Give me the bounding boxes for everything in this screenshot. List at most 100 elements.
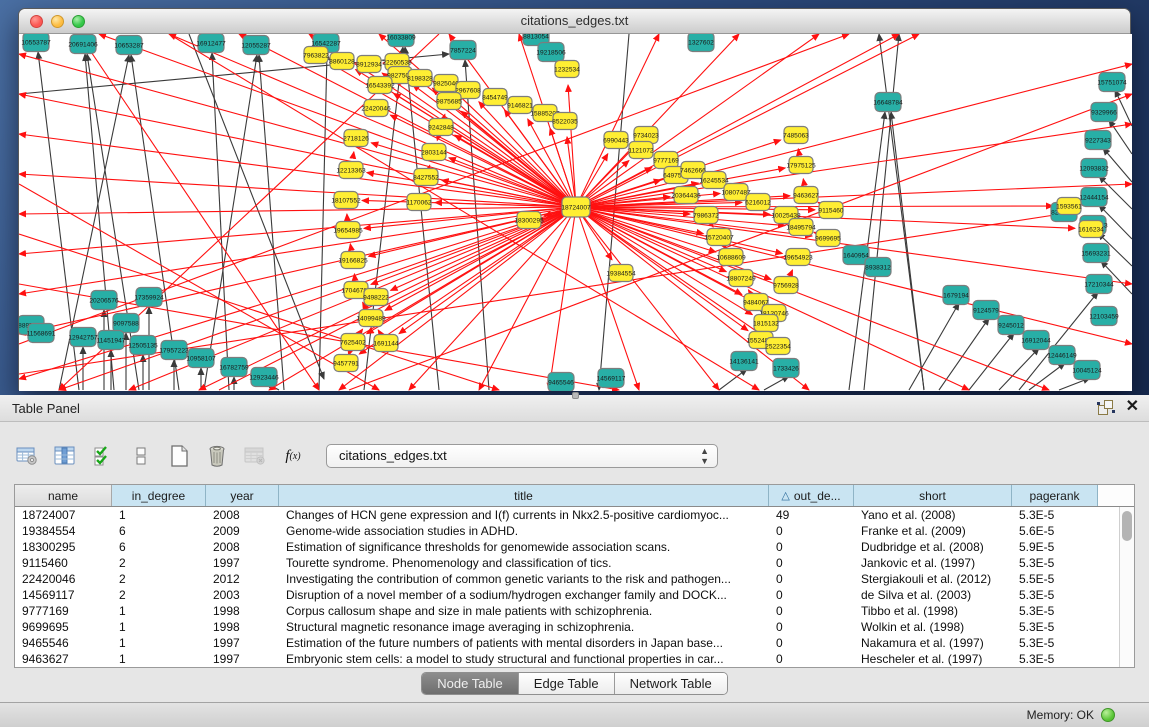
tab-node-table[interactable]: Node Table xyxy=(422,673,519,694)
graph-node[interactable]: 1232534 xyxy=(554,61,580,78)
graph-node[interactable]: 12213363 xyxy=(336,162,366,179)
table-row[interactable]: 946554611997Estimation of the future num… xyxy=(15,635,1134,651)
window-titlebar[interactable]: citations_edges.txt xyxy=(19,9,1130,34)
graph-node[interactable]: 16033809 xyxy=(386,34,416,47)
graph-node[interactable]: 20206576 xyxy=(89,291,119,310)
graph-node[interactable]: 14136141 xyxy=(729,352,759,371)
graph-node[interactable]: 8198328 xyxy=(407,70,433,87)
graph-node[interactable]: 17957223 xyxy=(159,341,189,360)
graph-node[interactable]: 9756928 xyxy=(773,277,799,294)
graph-node[interactable]: 9498222 xyxy=(363,289,389,306)
graph-node[interactable]: 6990443 xyxy=(603,132,629,149)
graph-node[interactable]: 8454749 xyxy=(482,89,508,106)
graph-node[interactable]: 17975125 xyxy=(786,157,816,174)
graph-node[interactable]: 2522354 xyxy=(765,338,791,355)
graph-node[interactable]: 7625402 xyxy=(340,334,366,351)
graph-node[interactable]: 9245012 xyxy=(998,316,1024,335)
table-vertical-scrollbar[interactable] xyxy=(1119,507,1134,667)
graph-node[interactable]: 16782759 xyxy=(219,358,249,377)
network-canvas[interactable]: 1055378720691406106532871691247712055287… xyxy=(19,34,1132,391)
graph-node[interactable]: 20364436 xyxy=(671,187,701,204)
graph-node[interactable]: 1616234 xyxy=(1078,221,1104,238)
graph-node[interactable]: 9097588 xyxy=(113,314,139,333)
graph-node[interactable]: 12505135 xyxy=(128,336,158,355)
graph-node[interactable]: 2718126 xyxy=(343,130,369,147)
tab-edge-table[interactable]: Edge Table xyxy=(519,673,615,694)
graph-node[interactable]: 1679194 xyxy=(943,286,969,305)
splitter-grip[interactable] xyxy=(572,392,579,399)
column-header-pagerank[interactable]: pagerank xyxy=(1012,485,1098,506)
graph-node[interactable]: 17359924 xyxy=(134,288,164,307)
graph-node[interactable]: 12942757 xyxy=(68,328,98,347)
graph-node[interactable]: 9825046 xyxy=(433,75,459,92)
graph-node[interactable]: 9875685 xyxy=(436,93,462,110)
graph-node[interactable]: 19218506 xyxy=(536,43,566,62)
table-row[interactable]: 1872400712008Changes of HCN gene express… xyxy=(15,507,1134,523)
graph-node[interactable]: 17210344 xyxy=(1084,275,1114,294)
graph-node[interactable]: 1121072 xyxy=(628,142,654,159)
graph-node[interactable]: 7485063 xyxy=(783,127,809,144)
table-row[interactable]: 1830029562008Estimation of significance … xyxy=(15,539,1134,555)
graph-node[interactable]: 18300295 xyxy=(514,212,544,229)
graph-node[interactable]: 9457791 xyxy=(333,355,359,372)
table-row[interactable]: 1938455462009Genome-wide association stu… xyxy=(15,523,1134,539)
graph-node[interactable]: 12923446 xyxy=(249,368,279,387)
graph-node[interactable]: 18107552 xyxy=(331,192,361,209)
table-row[interactable]: 1456911722003Disruption of a novel membe… xyxy=(15,587,1134,603)
graph-node[interactable]: 10045124 xyxy=(1072,361,1102,380)
graph-node[interactable]: 12446149 xyxy=(1047,346,1077,365)
column-header-short[interactable]: short xyxy=(854,485,1012,506)
graph-node[interactable]: 1691144 xyxy=(373,335,399,352)
table-panel-header[interactable]: Table Panel ✕ xyxy=(0,395,1149,422)
column-header-in-degree[interactable]: in_degree xyxy=(112,485,206,506)
graph-node[interactable]: 18724007 xyxy=(561,197,591,217)
column-header-year[interactable]: year xyxy=(206,485,279,506)
graph-node[interactable]: 10653287 xyxy=(114,36,144,55)
graph-node[interactable]: 10688609 xyxy=(716,249,746,266)
graph-node[interactable]: 19166825 xyxy=(338,252,368,269)
graph-node[interactable]: 19654985 xyxy=(333,222,363,239)
graph-node[interactable]: 8427552 xyxy=(413,169,439,186)
row-height-icon[interactable] xyxy=(128,443,154,469)
graph-node[interactable]: 16912477 xyxy=(196,34,226,53)
table-settings-icon[interactable] xyxy=(14,443,40,469)
graph-node[interactable]: 1815132 xyxy=(753,315,779,332)
graph-node[interactable]: 14099489 xyxy=(356,310,386,327)
graph-node[interactable]: 7986372 xyxy=(693,207,719,224)
graph-node[interactable]: 6216012 xyxy=(745,194,771,211)
graph-node[interactable]: 14569117 xyxy=(597,369,626,388)
graph-node[interactable]: 9699695 xyxy=(815,230,841,247)
graph-node[interactable]: 1593561 xyxy=(1056,198,1082,215)
graph-node[interactable]: 12103459 xyxy=(1089,307,1119,326)
graph-node[interactable]: 12093832 xyxy=(1079,159,1109,178)
column-header-out-degree[interactable]: △ out_de... xyxy=(769,485,854,506)
new-table-icon[interactable] xyxy=(166,443,192,469)
graph-node[interactable]: 8938312 xyxy=(865,258,891,277)
graph-node[interactable]: 1170062 xyxy=(406,194,432,211)
table-select-dropdown[interactable]: citations_edges.txt ▲▼ xyxy=(326,444,718,468)
show-columns-icon[interactable] xyxy=(52,443,78,469)
graph-node[interactable]: 15751074 xyxy=(1097,73,1127,92)
graph-node[interactable]: 9463627 xyxy=(793,187,819,204)
delete-icon[interactable] xyxy=(204,443,230,469)
graph-node[interactable]: 9124579 xyxy=(973,301,999,320)
graph-node[interactable]: 18495794 xyxy=(786,219,816,236)
graph-node[interactable]: 16648784 xyxy=(873,93,903,112)
graph-node[interactable]: 8522035 xyxy=(552,113,578,130)
graph-node[interactable]: 9465546 xyxy=(548,373,574,392)
graph-node[interactable]: 7857224 xyxy=(450,41,476,60)
graph-node[interactable]: 7963822 xyxy=(303,47,329,64)
graph-node[interactable]: 10553787 xyxy=(21,34,51,52)
graph-node[interactable]: 8912934 xyxy=(356,56,382,73)
graph-node[interactable]: 16912044 xyxy=(1021,331,1051,350)
graph-node[interactable]: 15693231 xyxy=(1081,244,1111,263)
column-header-title[interactable]: title xyxy=(279,485,769,506)
graph-node[interactable]: 9329966 xyxy=(1091,103,1117,122)
graph-node[interactable]: 10958107 xyxy=(186,349,216,368)
table-row[interactable]: 946362711997Embryonic stem cells: a mode… xyxy=(15,651,1134,667)
graph-node[interactable]: 19384554 xyxy=(606,265,636,282)
select-rows-icon[interactable] xyxy=(90,443,116,469)
graph-node[interactable]: 1733426 xyxy=(773,359,799,378)
table-row[interactable]: 969969511998Structural magnetic resonanc… xyxy=(15,619,1134,635)
graph-node[interactable]: 9227343 xyxy=(1085,131,1111,150)
